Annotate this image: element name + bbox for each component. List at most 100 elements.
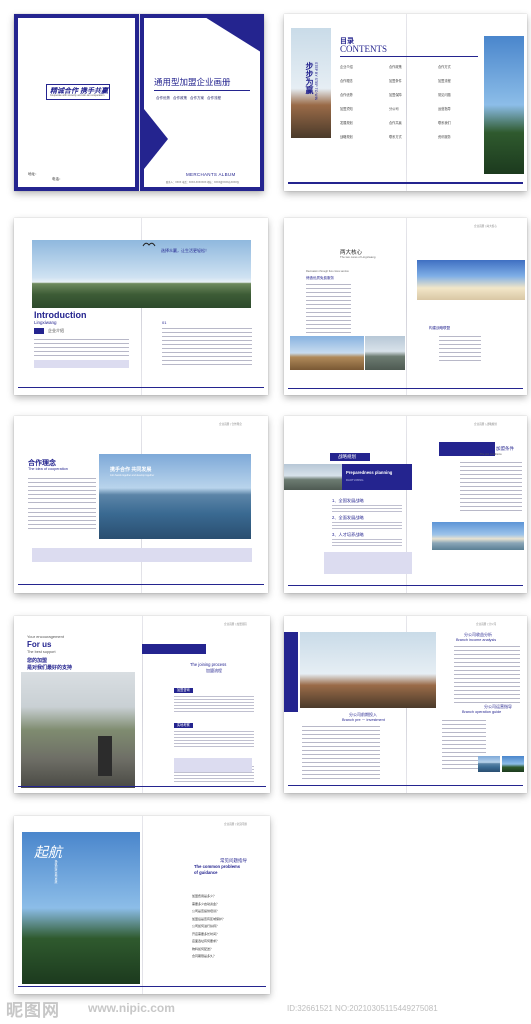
faq-script: 起航 bbox=[34, 845, 62, 861]
running-head: 企业画册 | 合作理念 bbox=[219, 423, 242, 426]
for-us-en: For us bbox=[27, 640, 52, 649]
contents-item: 合作方式 bbox=[438, 65, 451, 69]
conditions-cn: 加盟条件 bbox=[496, 446, 514, 451]
process-header-bar bbox=[142, 644, 206, 654]
bullet-4: 合作流程 bbox=[207, 96, 221, 100]
contents-item: 联系我们 bbox=[438, 121, 451, 125]
cores-item-1: 缔造优质免费服务 bbox=[306, 276, 334, 280]
tel-label: 电话： bbox=[52, 177, 63, 181]
strategy-highlight bbox=[324, 552, 412, 574]
process-bottom-rule bbox=[18, 786, 266, 787]
faq-question: 需要多少启动资金？ bbox=[192, 901, 220, 906]
contents-item: 加盟保障 bbox=[389, 93, 402, 97]
intro-section-num: 01 bbox=[162, 320, 167, 325]
contents-item: 战略规划 bbox=[340, 135, 353, 139]
cooperation-text-1 bbox=[28, 478, 96, 504]
intro-slogan: 选择众赢，让生活更轻松！ bbox=[161, 248, 209, 253]
contents-item: 企业介绍 bbox=[340, 65, 353, 69]
faq-question: 加盟后是否有区域保护？ bbox=[192, 916, 226, 921]
contents-item: 运营指导 bbox=[438, 107, 451, 111]
faq-question: 合同期限是多久？ bbox=[192, 954, 217, 958]
cores-item-2: 构建战略联盟 bbox=[429, 326, 450, 330]
contents-row: 合作理念 加盟条件 加盟流程 bbox=[340, 78, 478, 92]
intro-bottom-rule bbox=[18, 387, 264, 388]
contents-row: 加盟须知 分公司 运营指导 bbox=[340, 106, 478, 120]
cooperation-banner-en: Join hands together and develop together bbox=[110, 474, 155, 477]
address-label: 地址： bbox=[28, 172, 39, 176]
album-en: MERCHANTS ALBUM bbox=[186, 172, 236, 177]
tv-tower-photo bbox=[300, 632, 436, 708]
intro-text-right bbox=[162, 328, 252, 368]
lake-photo-2 bbox=[502, 756, 524, 772]
strategy-steps: 1、全国发展战略 2、全面发展战略 3、人才培养战略 bbox=[332, 498, 402, 549]
cooperation-banner-cn: 携手合作 共同发展 bbox=[110, 467, 152, 473]
contents-item: 合作共赢 bbox=[389, 121, 402, 125]
cover-footer-note: 联系人：XXXX 电话：XXXX-XXXXXXX 地址：XXXX省XXXX市XX… bbox=[166, 182, 240, 184]
contents-item: 常见问题 bbox=[438, 93, 451, 97]
contents-rule bbox=[340, 56, 478, 57]
strategy-step: 3、人才培养战略 bbox=[332, 532, 364, 537]
page-faq: 企业画册 | 常见问题 起航 扬帆起航 梦想启航 常见问题指导 The comm… bbox=[14, 816, 270, 994]
invest-en: Branch pre － investment bbox=[342, 718, 385, 722]
park-path-photo bbox=[21, 672, 135, 788]
process-step-tag: 加盟咨询 bbox=[174, 688, 193, 693]
faq-question: 公司是否提供培训？ bbox=[192, 909, 220, 913]
spread-introduction: 选择众赢，让生活更轻松！ Introduction Lingxiwang 企业介… bbox=[14, 218, 268, 395]
encourage-en: Your encouragement bbox=[27, 634, 64, 639]
cores-subtitle-en: The two cores of Lingxiwang bbox=[340, 255, 376, 259]
faq-question: 公司如何进行扶持？ bbox=[192, 924, 220, 928]
running-head: 企业画册 | 战略规划 bbox=[474, 423, 497, 426]
faq-question: 店面选址有何要求？ bbox=[192, 939, 220, 943]
spread-cover: 精诚合作 携手共赢 Cooperate with sincerity and w… bbox=[14, 14, 264, 191]
cores-text-block bbox=[306, 284, 351, 334]
cooperation-text-2 bbox=[28, 508, 96, 532]
cooperation-highlight bbox=[32, 548, 252, 562]
intro-badge-cn: 企业介绍 bbox=[48, 328, 64, 333]
contents-row: 发展规划 合作共赢 联系我们 bbox=[340, 120, 478, 134]
running-head: 企业画册 | 加盟流程 bbox=[224, 623, 247, 626]
contents-row: 企业介绍 合作政策 合作方式 bbox=[340, 64, 478, 78]
back-cover-inner bbox=[18, 18, 135, 187]
bullet-2: 合作政策 bbox=[173, 96, 187, 100]
contents-item: 合作优势 bbox=[340, 93, 353, 97]
strategy-step: 2、全面发展战略 bbox=[332, 515, 364, 520]
contents-item: 加盟流程 bbox=[438, 79, 451, 83]
bullet-1: 合作优势 bbox=[156, 96, 170, 100]
contents-item: 加盟须知 bbox=[340, 107, 353, 111]
intro-title-en: Introduction bbox=[34, 310, 87, 320]
process-highlight bbox=[174, 758, 252, 772]
line1-cn: 您的加盟 bbox=[27, 658, 48, 664]
vertical-slogan-en: STEP BY STEP TO WIN bbox=[314, 62, 318, 101]
contents-row: 战略规划 联系方式 资讯服务 bbox=[340, 134, 478, 148]
cores-bottom-rule bbox=[288, 388, 523, 389]
watermark-logo: 昵图网 bbox=[6, 1001, 60, 1020]
plan-en: Preparedness planning bbox=[346, 470, 393, 475]
intro-highlight-left bbox=[34, 360, 129, 368]
cover-title: 通用型加盟企业画册 bbox=[154, 77, 231, 87]
palm-photo bbox=[484, 36, 524, 174]
coast-photo bbox=[432, 522, 524, 550]
best-support-en: The best support bbox=[27, 650, 56, 654]
analysis-text bbox=[454, 646, 520, 704]
line2-cn: 是对我们最好的支持 bbox=[27, 665, 73, 671]
faq-bottom-rule bbox=[18, 986, 266, 987]
cores-note-en: Recreation through five cores service bbox=[306, 270, 349, 273]
guide-en: Branch operation guide bbox=[462, 710, 502, 714]
process-title-cn: 加盟流程 bbox=[206, 668, 222, 673]
karst-landscape-photo bbox=[32, 240, 251, 308]
faq-question: 开店需要多长时间？ bbox=[192, 931, 220, 936]
strategy-step-text bbox=[332, 522, 402, 531]
lamp-silhouette bbox=[98, 736, 112, 776]
contents-item: 分公司 bbox=[389, 107, 399, 111]
spread-process: 企业画册 | 加盟流程 Your encouragement For us Th… bbox=[14, 616, 270, 793]
strategy-tab-cn: 战略规划 bbox=[338, 454, 356, 459]
contents-item: 联系方式 bbox=[389, 135, 402, 139]
strategy-step-text bbox=[332, 505, 402, 514]
spread-branch: 企业画册 | 分公司 分公司前期投入 Branch pre － investme… bbox=[284, 616, 527, 793]
beach-photo bbox=[417, 260, 525, 300]
spread-cooperation: 企业画册 | 合作理念 合作理念 The idea of cooperation… bbox=[14, 416, 268, 593]
contents-grid: 企业介绍 合作政策 合作方式 合作理念 加盟条件 加盟流程 合作优势 加盟保障 常见问题加盟须知… bbox=[340, 64, 478, 148]
faq-question: 加盟费用是多少？ bbox=[192, 894, 217, 898]
contents-item: 合作理念 bbox=[340, 79, 353, 83]
bullet-3: 合作方案 bbox=[190, 96, 204, 100]
